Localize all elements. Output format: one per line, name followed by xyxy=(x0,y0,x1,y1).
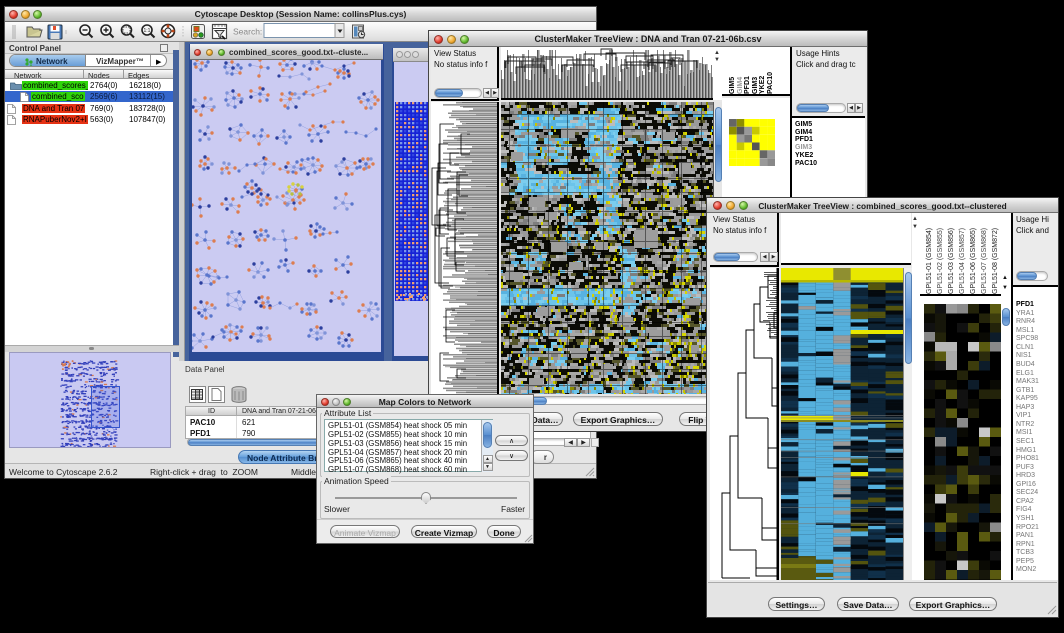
svg-text:1:1: 1:1 xyxy=(144,28,151,34)
svg-text:Search:: Search: xyxy=(233,27,262,37)
